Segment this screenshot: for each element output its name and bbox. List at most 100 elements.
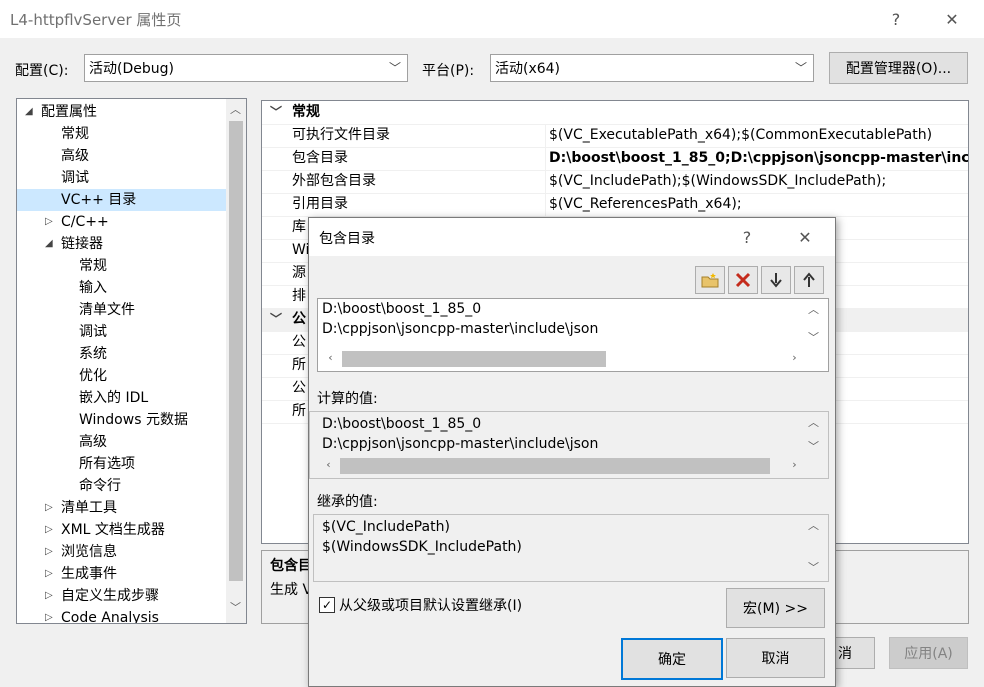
scroll-down-icon[interactable]: ﹀ bbox=[805, 559, 822, 575]
inherit-checkbox-label[interactable]: 从父级或项目默认设置继承(I) bbox=[339, 595, 522, 615]
move-down-button[interactable] bbox=[761, 266, 791, 294]
tree-item[interactable]: ▷ C/C++ bbox=[17, 211, 227, 233]
scroll-down-icon[interactable]: ﹀ bbox=[805, 329, 822, 345]
computed-hscroll-thumb[interactable] bbox=[340, 458, 770, 474]
entries-hscroll-thumb[interactable] bbox=[342, 351, 606, 367]
inherited-line: $(VC_IncludePath) bbox=[322, 519, 450, 535]
help-icon[interactable]: ? bbox=[733, 224, 761, 250]
cancel-button[interactable]: 取消 bbox=[726, 638, 825, 678]
tree-item[interactable]: 常规 bbox=[17, 255, 227, 277]
platform-combo[interactable]: 活动(x64) ﹀ bbox=[490, 54, 814, 82]
tree-item[interactable]: VC++ 目录 bbox=[17, 189, 227, 211]
move-up-button[interactable] bbox=[794, 266, 824, 294]
scroll-down-icon[interactable]: ﹀ bbox=[227, 599, 244, 615]
collapsed-icon[interactable]: ▷ bbox=[45, 497, 53, 519]
tree-item-label: 高级 bbox=[61, 148, 89, 164]
property-name: Wi bbox=[292, 242, 310, 258]
collapsed-icon[interactable]: ▷ bbox=[45, 541, 53, 563]
collapsed-icon[interactable]: ▷ bbox=[45, 607, 53, 623]
tree-item[interactable]: ◢ 链接器 bbox=[17, 233, 227, 255]
property-name: 公 bbox=[292, 334, 306, 350]
inherit-option[interactable]: ✓ 从父级或项目默认设置继承(I) bbox=[319, 595, 522, 615]
tree-item[interactable]: 嵌入的 IDL bbox=[17, 387, 227, 409]
scroll-right-icon[interactable]: › bbox=[786, 351, 803, 364]
tree-item[interactable]: 高级 bbox=[17, 145, 227, 167]
tree-item-label: 命令行 bbox=[79, 478, 121, 494]
expanded-icon[interactable]: ◢ bbox=[25, 101, 33, 123]
tree-item[interactable]: ▷ 自定义生成步骤 bbox=[17, 585, 227, 607]
tree-item[interactable]: 输入 bbox=[17, 277, 227, 299]
apply-button[interactable]: 应用(A) bbox=[889, 637, 968, 669]
column-divider bbox=[545, 193, 546, 216]
tree-item[interactable]: 调试 bbox=[17, 321, 227, 343]
config-value: 活动(Debug) bbox=[89, 61, 174, 77]
tree-item[interactable]: 高级 bbox=[17, 431, 227, 453]
new-line-button[interactable] bbox=[695, 266, 725, 294]
tree-item[interactable]: 常规 bbox=[17, 123, 227, 145]
tree-item[interactable]: ▷ 清单工具 bbox=[17, 497, 227, 519]
tree-scrollbar[interactable]: ︿ ﹀ bbox=[226, 99, 246, 623]
scroll-up-icon[interactable]: ︿ bbox=[805, 301, 822, 317]
collapsed-icon[interactable]: ▷ bbox=[45, 519, 53, 541]
tree-item[interactable]: ◢ 配置属性 bbox=[17, 101, 227, 123]
tree-item[interactable]: 系统 bbox=[17, 343, 227, 365]
property-name: 源 bbox=[292, 265, 306, 281]
collapsed-icon[interactable]: ▷ bbox=[45, 563, 53, 585]
tree-item[interactable]: 优化 bbox=[17, 365, 227, 387]
tree-scroll-thumb[interactable] bbox=[229, 121, 243, 581]
tree-item[interactable]: ▷ 浏览信息 bbox=[17, 541, 227, 563]
tree-item[interactable]: 调试 bbox=[17, 167, 227, 189]
platform-value: 活动(x64) bbox=[495, 61, 561, 77]
property-row[interactable]: 引用目录 $(VC_ReferencesPath_x64); bbox=[262, 193, 968, 217]
property-value[interactable]: $(VC_ReferencesPath_x64); bbox=[549, 193, 742, 216]
section-label: 公 bbox=[292, 311, 306, 327]
tree-item-label: 清单文件 bbox=[79, 302, 135, 318]
tree-item-label: 链接器 bbox=[61, 236, 103, 252]
collapse-icon[interactable]: ﹀ bbox=[270, 308, 282, 331]
collapsed-icon[interactable]: ▷ bbox=[45, 211, 53, 233]
tree-item[interactable]: 命令行 bbox=[17, 475, 227, 497]
tree-item[interactable]: Windows 元数据 bbox=[17, 409, 227, 431]
property-row[interactable]: 可执行文件目录 $(VC_ExecutablePath_x64);$(Common… bbox=[262, 124, 968, 148]
config-combo[interactable]: 活动(Debug) ﹀ bbox=[84, 54, 408, 82]
close-icon[interactable]: ✕ bbox=[791, 224, 819, 250]
entry-line[interactable]: D:\boost\boost_1_85_0 bbox=[322, 301, 481, 317]
scroll-right-icon[interactable]: › bbox=[786, 458, 803, 471]
scroll-up-icon[interactable]: ︿ bbox=[805, 517, 822, 533]
grid-section-general[interactable]: ﹀ 常规 bbox=[262, 101, 968, 125]
scroll-down-icon[interactable]: ﹀ bbox=[805, 438, 822, 454]
tree-item[interactable]: ▷ XML 文档生成器 bbox=[17, 519, 227, 541]
delete-line-button[interactable] bbox=[728, 266, 758, 294]
property-row[interactable]: 包含目录 D:\boost\boost_1_85_0;D:\cppjson\jso… bbox=[262, 147, 968, 171]
config-manager-button[interactable]: 配置管理器(O)... bbox=[829, 52, 968, 84]
scroll-left-icon[interactable]: ‹ bbox=[320, 458, 337, 471]
tree-item[interactable]: ▷ Code Analysis bbox=[17, 607, 227, 623]
scroll-up-icon[interactable]: ︿ bbox=[227, 101, 244, 117]
tree-item[interactable]: ▷ 生成事件 bbox=[17, 563, 227, 585]
help-icon[interactable]: ? bbox=[882, 6, 910, 32]
property-row[interactable]: 外部包含目录 $(VC_IncludePath);$(WindowsSDK_Inc… bbox=[262, 170, 968, 194]
property-value[interactable]: $(VC_ExecutablePath_x64);$(CommonExecuta… bbox=[549, 124, 932, 147]
collapse-icon[interactable]: ﹀ bbox=[270, 101, 282, 124]
ok-button[interactable]: 确定 bbox=[621, 638, 723, 680]
tree-item[interactable]: 清单文件 bbox=[17, 299, 227, 321]
entries-editor[interactable]: D:\boost\boost_1_85_0 D:\cppjson\jsoncpp… bbox=[317, 298, 829, 372]
property-value[interactable]: $(VC_IncludePath);$(WindowsSDK_IncludePa… bbox=[549, 170, 886, 193]
scroll-up-icon[interactable]: ︿ bbox=[805, 414, 822, 430]
tree-item[interactable]: 所有选项 bbox=[17, 453, 227, 475]
scroll-left-icon[interactable]: ‹ bbox=[322, 351, 339, 364]
collapsed-icon[interactable]: ▷ bbox=[45, 585, 53, 607]
property-name: 包含目录 bbox=[292, 150, 348, 166]
entry-line[interactable]: D:\cppjson\jsoncpp-master\include\json bbox=[322, 321, 598, 337]
tree-item-label: 常规 bbox=[61, 126, 89, 142]
checkbox-checked-icon[interactable]: ✓ bbox=[319, 597, 335, 613]
tree-item-label: 所有选项 bbox=[79, 456, 135, 472]
expanded-icon[interactable]: ◢ bbox=[45, 233, 53, 255]
macro-button[interactable]: 宏(M) >> bbox=[726, 588, 825, 628]
close-icon[interactable]: ✕ bbox=[938, 6, 966, 32]
property-value[interactable]: D:\boost\boost_1_85_0;D:\cppjson\jsoncpp… bbox=[549, 147, 968, 170]
folder-new-icon bbox=[701, 273, 719, 288]
property-name: 外部包含目录 bbox=[292, 173, 376, 189]
section-label: 常规 bbox=[292, 104, 320, 120]
inherited-values: $(VC_IncludePath) $(WindowsSDK_IncludePa… bbox=[313, 514, 829, 582]
